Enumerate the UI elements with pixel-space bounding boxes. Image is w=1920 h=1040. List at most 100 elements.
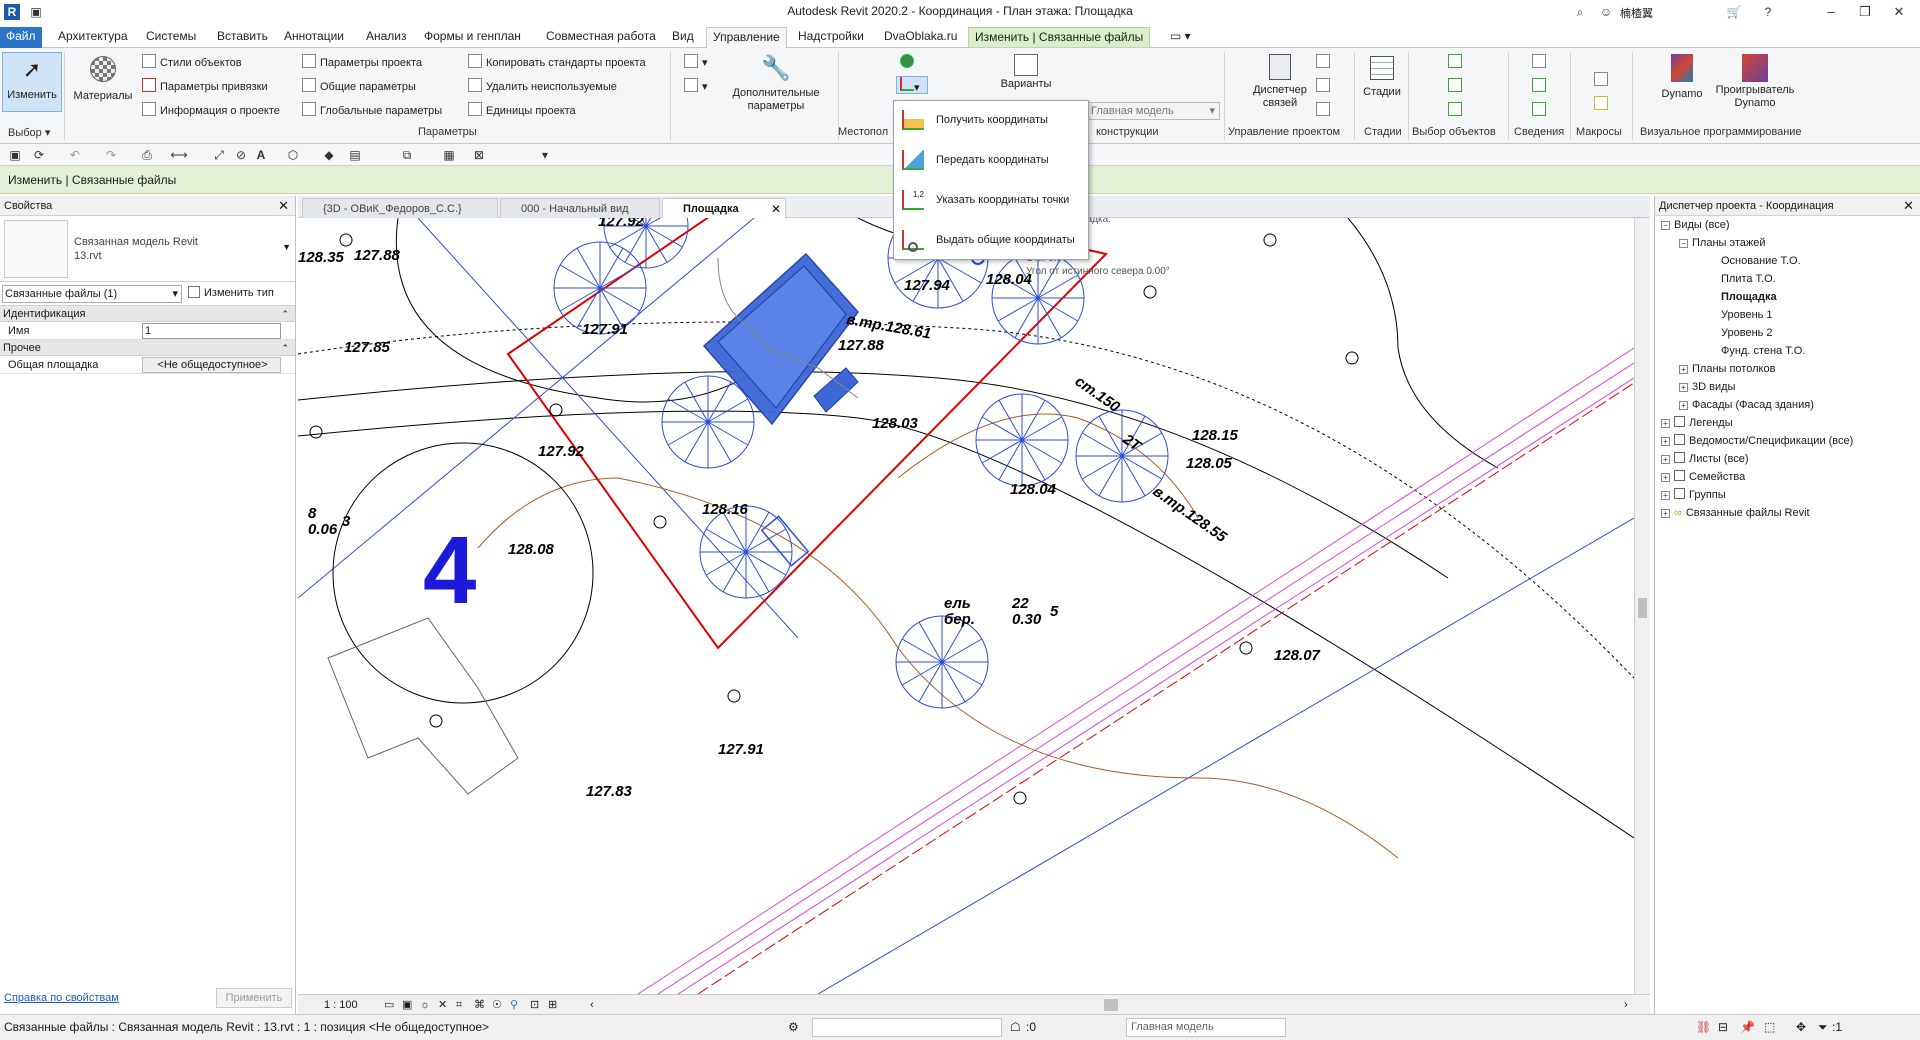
category-other[interactable]: Прочее ⌃	[0, 340, 295, 356]
category-identity[interactable]: Идентификация ⌃	[0, 306, 295, 322]
vertical-scrollbar[interactable]	[1634, 218, 1650, 994]
acquire-coordinates-item[interactable]: Получить координаты	[894, 101, 1088, 139]
tab-addins[interactable]: Надстройки	[792, 27, 870, 47]
coordinates-dropdown-button[interactable]: ▾	[896, 76, 928, 94]
shadows-icon[interactable]: ✕	[438, 995, 447, 1015]
measure-icon[interactable]: ⟷	[170, 147, 188, 163]
browser-views[interactable]: − Виды (все)	[1661, 216, 1730, 234]
select-by-face-toggle-icon[interactable]: ⬚	[1764, 1015, 1775, 1039]
browser-view-item-active[interactable]: Площадка	[1721, 288, 1777, 306]
filter-icon[interactable]: ⏷	[1818, 1015, 1828, 1039]
tile-icon[interactable]: ⊠	[470, 147, 488, 163]
thin-lines-icon[interactable]: ▤	[346, 147, 364, 163]
tab-insert[interactable]: Вставить	[211, 27, 274, 47]
scale-display[interactable]: 1 : 100	[324, 995, 358, 1015]
design-option-status[interactable]: Главная модель	[1126, 1018, 1286, 1037]
warnings-button[interactable]	[1532, 78, 1550, 96]
dynamo-button[interactable]: Dynamo	[1654, 52, 1710, 112]
site-plan-drawing[interactable]: 128.35 127.88 127.92 127.91 127.85 127.92 128.…	[298, 218, 1634, 994]
snaps-button[interactable]: Параметры привязки	[142, 78, 268, 96]
browser-ceiling-plans[interactable]: + Планы потолков	[1679, 360, 1775, 378]
browser-view-item[interactable]: Фунд. стена Т.О.	[1721, 342, 1805, 360]
section-icon[interactable]: ◆	[320, 147, 338, 163]
edit-type-button[interactable]: Изменить тип	[188, 285, 274, 303]
search-icon[interactable]: ⌕	[1572, 4, 1588, 20]
3d-view-icon[interactable]: ⬡	[284, 147, 302, 163]
macro-security-button[interactable]	[1594, 96, 1612, 114]
browser-elevations[interactable]: + Фасады (Фасад здания)	[1679, 396, 1814, 414]
object-styles-button[interactable]: Стили объектов	[142, 54, 242, 72]
tab-manage[interactable]: Управление	[706, 27, 787, 49]
report-coordinates-item[interactable]: Выдать общие координаты	[894, 221, 1088, 259]
location-button[interactable]	[900, 54, 914, 72]
project-params-button[interactable]: Параметры проекта	[302, 54, 422, 72]
dynamo-player-button[interactable]: Проигрыватель Dynamo	[1712, 52, 1798, 122]
design-options-button[interactable]: Варианты	[996, 52, 1056, 102]
tab-collaborate[interactable]: Совместная работа	[540, 27, 662, 47]
scroll-right-icon[interactable]: ›	[1624, 995, 1628, 1015]
workset-combo[interactable]	[812, 1018, 1002, 1037]
browser-view-item[interactable]: Плита Т.О.	[1721, 270, 1776, 288]
editing-requests-icon[interactable]: ☖	[1010, 1015, 1021, 1039]
specify-coordinates-item[interactable]: 1,2 Указать координаты точки	[894, 181, 1088, 219]
dimension-icon[interactable]: ⤢	[210, 147, 228, 163]
ids-button[interactable]	[1532, 54, 1550, 72]
mep-settings-button[interactable]: ▾	[684, 78, 708, 96]
tab-view[interactable]: Вид	[666, 27, 700, 47]
close-icon[interactable]: ✕	[771, 199, 781, 219]
macro-manager-button[interactable]	[1594, 72, 1612, 90]
shared-site-button[interactable]: <Не общедоступное>	[142, 357, 281, 373]
browser-legends[interactable]: + Легенды	[1661, 414, 1733, 432]
maximize-button[interactable]: ❐	[1852, 2, 1878, 22]
tab-annotate[interactable]: Аннотации	[278, 27, 350, 47]
user-icon[interactable]: ☺	[1598, 4, 1614, 20]
switch-windows-icon[interactable]: ▦	[440, 147, 458, 163]
select-by-id-button[interactable]	[1448, 102, 1466, 120]
browser-view-item[interactable]: Основание Т.О.	[1721, 252, 1801, 270]
tab-file[interactable]: Файл	[0, 27, 42, 48]
materials-button[interactable]: Материалы	[68, 52, 138, 112]
decals-button[interactable]	[1316, 78, 1334, 96]
select-pinned-button[interactable]	[1448, 78, 1466, 96]
close-icon[interactable]: ✕	[1903, 196, 1914, 216]
project-units-button[interactable]: Единицы проекта	[468, 102, 576, 120]
manage-links-button[interactable]: Диспетчер связей	[1244, 52, 1316, 122]
shared-params-button[interactable]: Общие параметры	[302, 78, 416, 96]
close-hidden-icon[interactable]: ⧉	[398, 147, 416, 163]
text-icon[interactable]: A	[252, 147, 270, 163]
additional-settings-button[interactable]: 🔧 Дополнительные параметры	[718, 52, 834, 122]
drag-on-select-toggle-icon[interactable]: ✥	[1796, 1015, 1806, 1039]
modify-button[interactable]: ➚ Изменить	[2, 52, 62, 112]
drawing-canvas[interactable]: 128.35 127.88 127.92 127.91 127.85 127.92 128.…	[298, 218, 1634, 994]
browser-view-item[interactable]: Уровень 1	[1721, 306, 1773, 324]
manage-images-button[interactable]	[1316, 54, 1334, 72]
close-icon[interactable]: ✕	[278, 196, 289, 216]
browser-view-item[interactable]: Уровень 2	[1721, 324, 1773, 342]
tag-icon[interactable]: ⊘	[232, 147, 250, 163]
customize-qat-icon[interactable]: ▾	[536, 147, 554, 163]
browser-floor-plans[interactable]: − Планы этажей	[1679, 234, 1766, 252]
tab-modify-linked[interactable]: Изменить | Связанные файлы	[968, 27, 1151, 47]
instance-filter[interactable]: Связанные файлы (1) ▾	[2, 285, 182, 303]
browser-families[interactable]: + Семейства	[1661, 468, 1745, 486]
global-params-button[interactable]: Глобальные параметры	[302, 102, 442, 120]
undo-icon[interactable]: ↶	[66, 147, 84, 163]
apply-button[interactable]: Применить	[216, 988, 292, 1008]
interference-button[interactable]	[1532, 102, 1550, 120]
tab-architecture[interactable]: Архитектура	[52, 27, 134, 47]
browser-groups[interactable]: + Группы	[1661, 486, 1726, 504]
tab-massing[interactable]: Формы и генплан	[418, 27, 527, 47]
tab-systems[interactable]: Системы	[140, 27, 202, 47]
worksharing-icon[interactable]: ⊡	[530, 995, 539, 1015]
structural-settings-button[interactable]: ▾	[684, 54, 708, 72]
select-panel-label[interactable]: Выбор ▾	[8, 126, 50, 139]
ribbon-options-icon[interactable]: ▭ ▾	[1164, 27, 1197, 47]
publish-coordinates-item[interactable]: Передать координаты	[894, 141, 1088, 179]
browser-3d-views[interactable]: +3D виды	[1679, 378, 1735, 396]
scroll-thumb[interactable]	[1638, 598, 1647, 618]
select-underlay-toggle-icon[interactable]: ⊟	[1718, 1015, 1728, 1039]
hide-crop-icon[interactable]: ⌘	[474, 995, 485, 1015]
transfer-standards-button[interactable]: Копировать стандарты проекта	[468, 54, 646, 72]
sun-path-icon[interactable]: ☼	[420, 995, 430, 1015]
scroll-left-icon[interactable]: ‹	[590, 995, 594, 1015]
